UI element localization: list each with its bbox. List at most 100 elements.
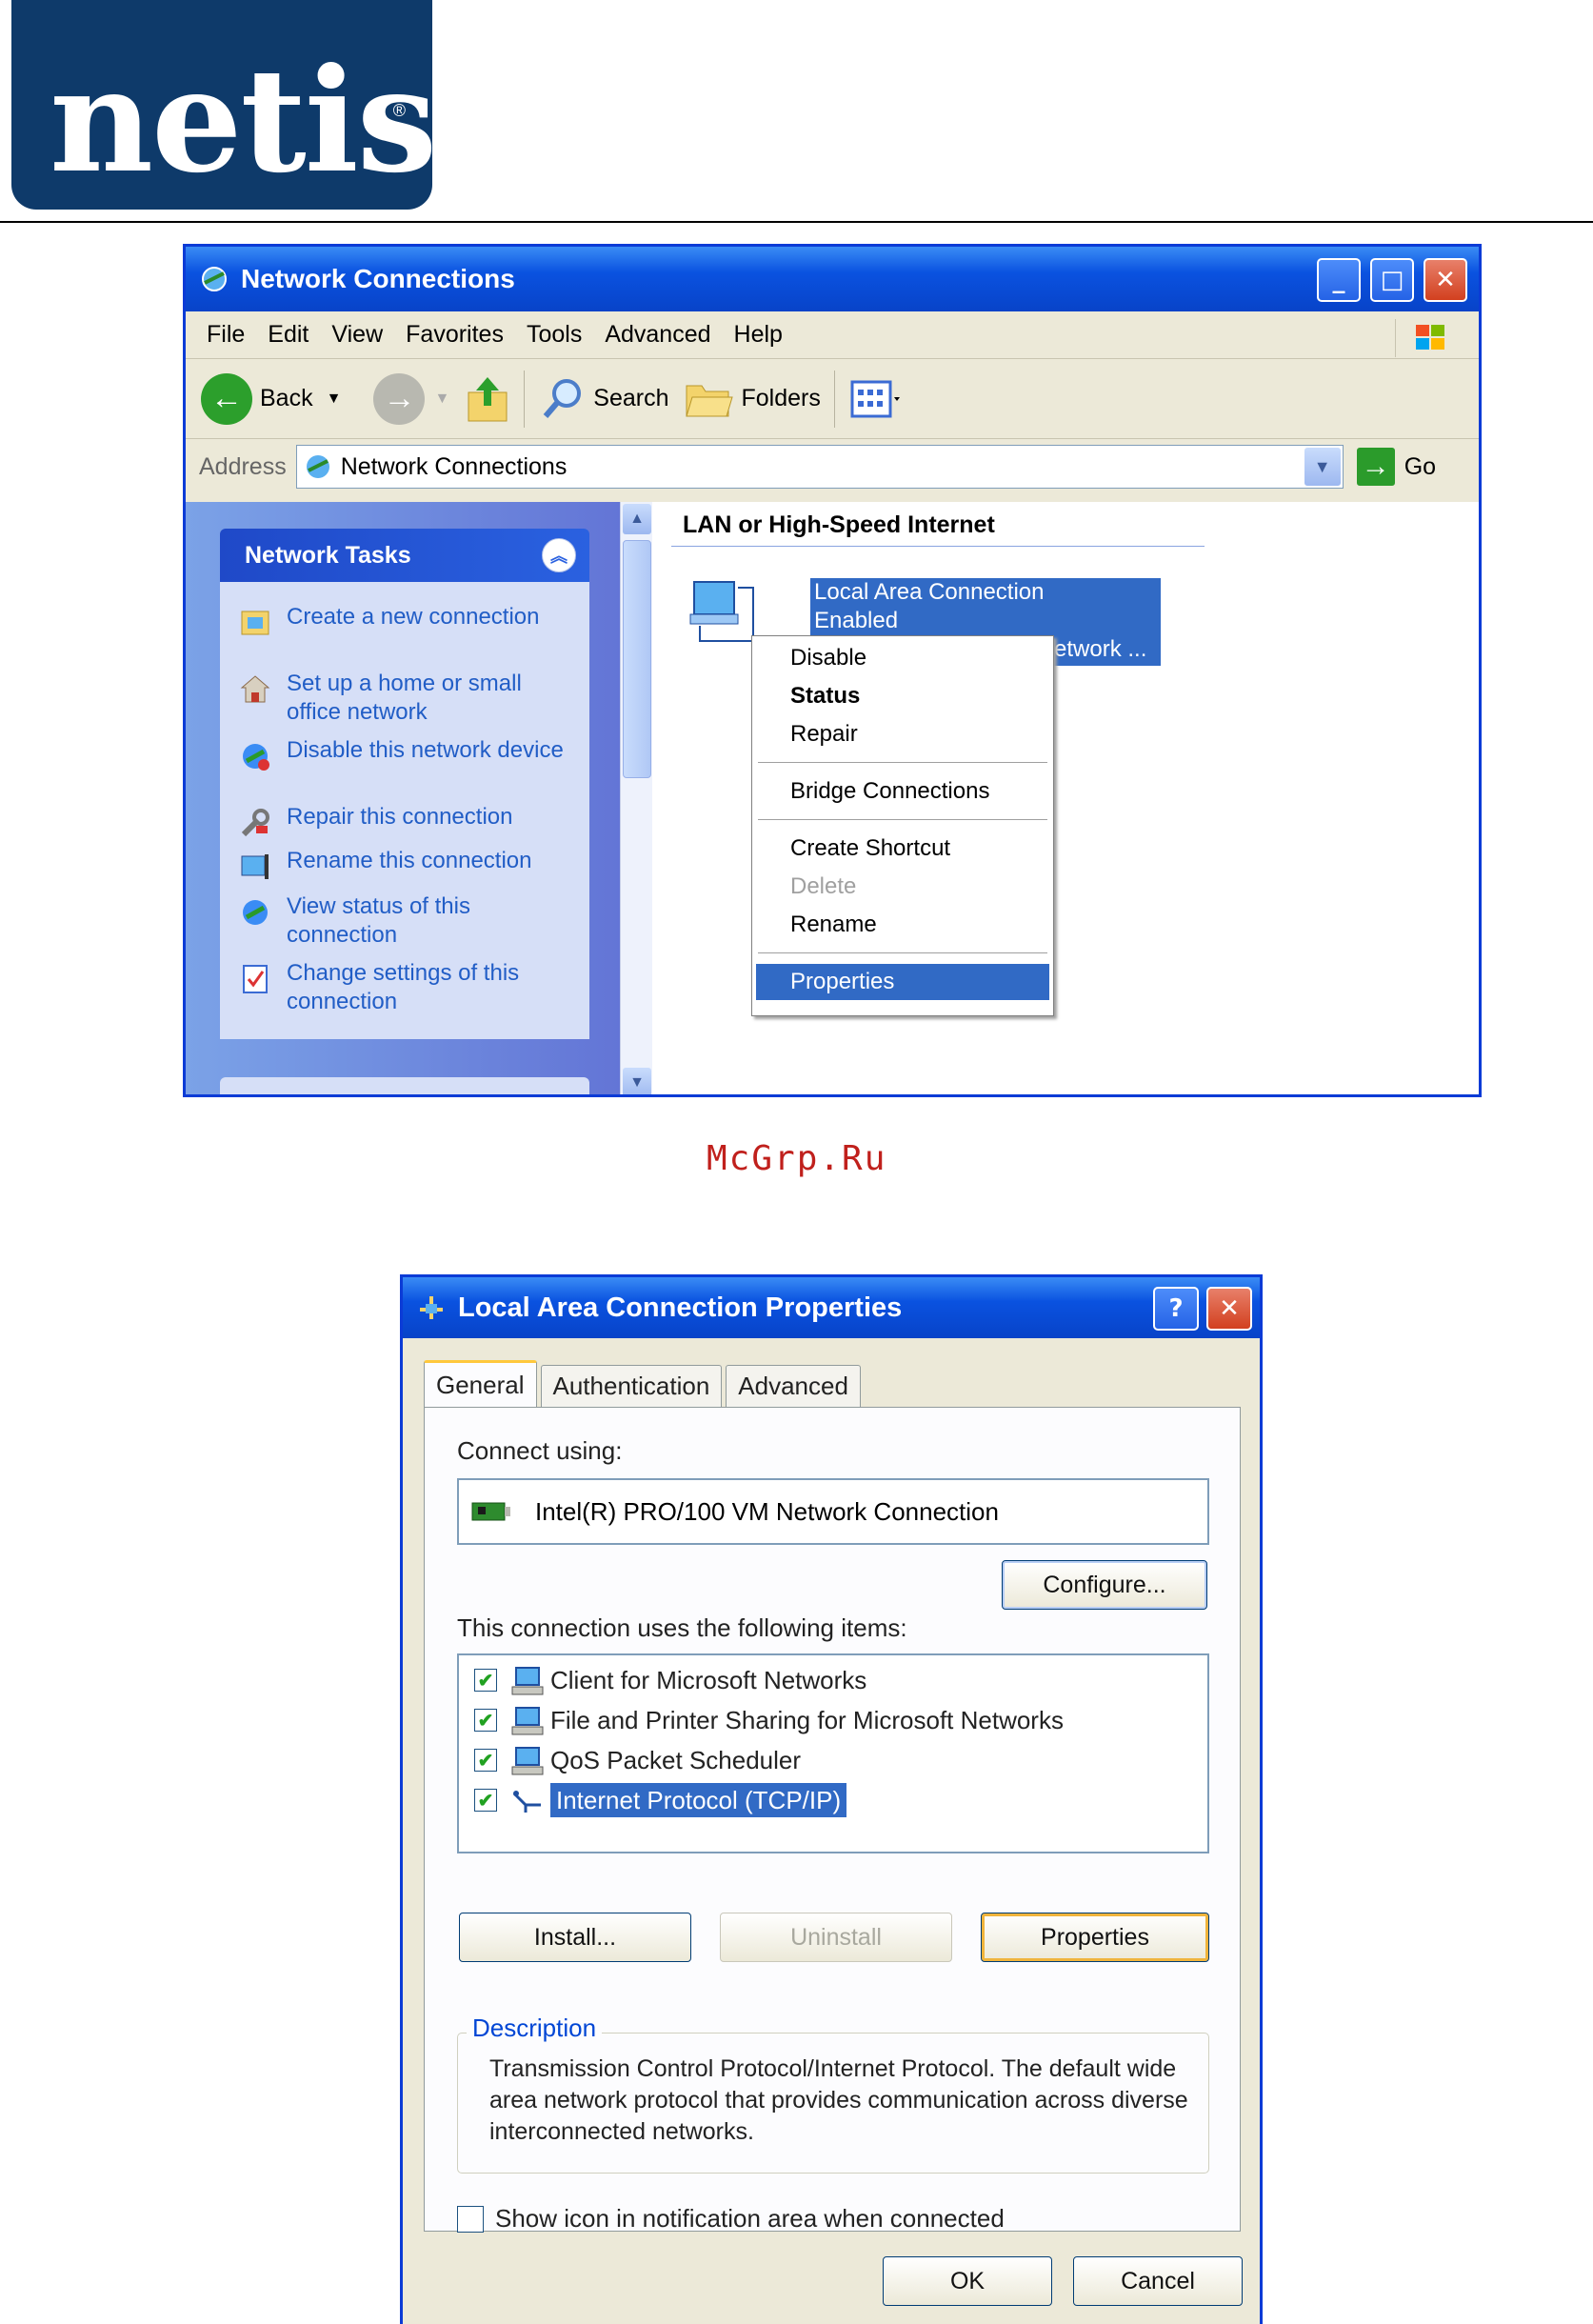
menu-edit[interactable]: Edit — [268, 321, 309, 349]
folders-label: Folders — [741, 385, 821, 411]
address-input[interactable]: Network Connections ▼ — [295, 445, 1344, 489]
item-checkbox[interactable]: ✔ — [474, 1789, 497, 1812]
up-folder-icon — [468, 376, 508, 421]
menu-item-repair[interactable]: Repair — [752, 716, 1053, 752]
home-network-icon — [240, 675, 270, 703]
item-checkbox[interactable]: ✔ — [474, 1709, 497, 1732]
task-label: Create a new connection — [287, 604, 540, 630]
item-checkbox[interactable]: ✔ — [474, 1749, 497, 1772]
forward-dropdown-icon[interactable]: ▼ — [434, 391, 449, 408]
protocol-icon — [512, 1791, 541, 1813]
scroll-thumb[interactable] — [623, 540, 651, 778]
close-button[interactable]: ✕ — [1424, 258, 1467, 302]
menu-separator — [758, 952, 1047, 953]
menu-item-delete: Delete — [790, 873, 857, 899]
configure-button[interactable]: Configure... — [1002, 1560, 1207, 1610]
menu-item-bridge[interactable]: Bridge Connections — [752, 773, 1053, 810]
menu-item-create-shortcut[interactable]: Create Shortcut — [752, 831, 1053, 867]
description-text: Transmission Control Protocol/Internet P… — [489, 2055, 1188, 2145]
up-folder-button[interactable] — [465, 373, 510, 425]
search-button[interactable]: Search — [540, 376, 669, 422]
network-client-icon — [511, 1667, 544, 1695]
list-item-tcpip[interactable]: ✔ Internet Protocol (TCP/IP) — [474, 1783, 847, 1817]
back-dropdown-icon[interactable]: ▼ — [327, 391, 342, 408]
task-home-network[interactable]: Set up a home or small office network — [239, 670, 582, 727]
menu-item-status[interactable]: Status — [752, 678, 1053, 714]
task-repair-connection[interactable]: Repair this connection — [239, 803, 582, 839]
close-button[interactable]: ✕ — [1206, 1287, 1252, 1331]
menu-separator — [758, 762, 1047, 763]
ok-button[interactable]: OK — [883, 2256, 1052, 2306]
tab-advanced[interactable]: Advanced — [726, 1365, 861, 1407]
toolbar: ← Back ▼ → ▼ Search Folders — [186, 359, 1479, 439]
menu-item-disable[interactable]: Disable — [752, 640, 1053, 676]
menu-advanced[interactable]: Advanced — [605, 321, 710, 349]
menu-tools[interactable]: Tools — [527, 321, 582, 349]
views-button[interactable] — [850, 380, 902, 418]
header-divider — [0, 221, 1593, 223]
description-title: Description — [467, 2013, 603, 2043]
scroll-up-icon[interactable]: ▲ — [623, 504, 651, 534]
network-connections-icon — [306, 455, 329, 478]
go-label: Go — [1404, 452, 1437, 480]
menu-item-properties[interactable]: Properties — [756, 964, 1049, 1000]
minimize-button[interactable]: _ — [1317, 258, 1361, 302]
folders-icon — [685, 385, 733, 416]
task-view-status[interactable]: View status of this connection — [239, 892, 582, 950]
task-label: Change settings of this connection — [287, 960, 520, 1014]
title-bar[interactable]: Network Connections _ □ ✕ — [186, 247, 1479, 311]
collapse-chevron-icon[interactable]: ︽ — [542, 538, 576, 572]
address-dropdown-icon[interactable]: ▼ — [1304, 448, 1341, 486]
list-item-file-sharing[interactable]: ✔ File and Printer Sharing for Microsoft… — [474, 1703, 1064, 1737]
network-connections-icon — [202, 267, 227, 291]
menu-view[interactable]: View — [331, 321, 383, 349]
vertical-scrollbar[interactable]: ▲ ▼ — [620, 502, 652, 1094]
folders-button[interactable]: Folders — [685, 378, 821, 420]
tab-general[interactable]: General — [424, 1360, 537, 1408]
task-label: Rename this connection — [287, 848, 532, 873]
task-label: Disable this network device — [287, 737, 564, 763]
status-icon — [243, 900, 268, 925]
network-adapter-icon — [471, 1502, 510, 1521]
windows-logo-icon — [1395, 319, 1465, 357]
go-button[interactable]: → Go — [1356, 448, 1437, 486]
properties-button[interactable]: Properties — [981, 1913, 1209, 1962]
netis-logo: netis ® — [11, 0, 437, 210]
task-pane: Network Tasks ︽ Create a new connection … — [186, 502, 620, 1094]
task-change-settings[interactable]: Change settings of this connection — [239, 959, 582, 1016]
show-icon-checkbox[interactable] — [457, 2205, 484, 2233]
forward-button[interactable]: → ▼ — [356, 372, 449, 425]
item-label: Client for Microsoft Networks — [550, 1665, 867, 1694]
help-button[interactable]: ? — [1153, 1287, 1199, 1331]
task-disable-device[interactable]: Disable this network device — [239, 736, 582, 772]
task-rename-connection[interactable]: Rename this connection — [239, 847, 582, 883]
forward-arrow-icon: → — [373, 372, 426, 425]
scroll-down-icon[interactable]: ▼ — [623, 1068, 651, 1094]
task-create-connection[interactable]: Create a new connection — [239, 603, 582, 639]
menu-item-rename[interactable]: Rename — [752, 907, 1053, 943]
show-icon-option[interactable]: Show icon in notification area when conn… — [457, 2204, 1005, 2234]
watermark: McGrp.Ru — [707, 1139, 887, 1178]
back-arrow-icon: ← — [201, 372, 252, 425]
network-tasks-header[interactable]: Network Tasks ︽ — [220, 529, 589, 582]
menu-favorites[interactable]: Favorites — [406, 321, 504, 349]
new-connection-icon — [241, 611, 269, 635]
toolbar-separator — [833, 370, 835, 428]
list-item-client[interactable]: ✔ Client for Microsoft Networks — [474, 1663, 866, 1697]
install-button[interactable]: Install... — [459, 1913, 691, 1962]
maximize-button[interactable]: □ — [1370, 258, 1414, 302]
menu-file[interactable]: File — [207, 321, 245, 349]
menu-help[interactable]: Help — [734, 321, 783, 349]
cancel-button[interactable]: Cancel — [1073, 2256, 1243, 2306]
adapter-field: Intel(R) PRO/100 VM Network Connection — [457, 1478, 1209, 1545]
address-value: Network Connections — [340, 452, 568, 480]
dialog-title-bar[interactable]: Local Area Connection Properties ? ✕ — [403, 1277, 1260, 1338]
back-button[interactable]: ← Back ▼ — [201, 372, 342, 425]
item-checkbox[interactable]: ✔ — [474, 1669, 497, 1692]
dialog-title: Local Area Connection Properties — [458, 1292, 903, 1323]
other-places-panel — [220, 1077, 589, 1094]
connection-status: Enabled — [814, 608, 899, 633]
service-icon — [511, 1707, 544, 1735]
list-item-qos[interactable]: ✔ QoS Packet Scheduler — [474, 1743, 801, 1777]
tab-authentication[interactable]: Authentication — [540, 1365, 723, 1407]
